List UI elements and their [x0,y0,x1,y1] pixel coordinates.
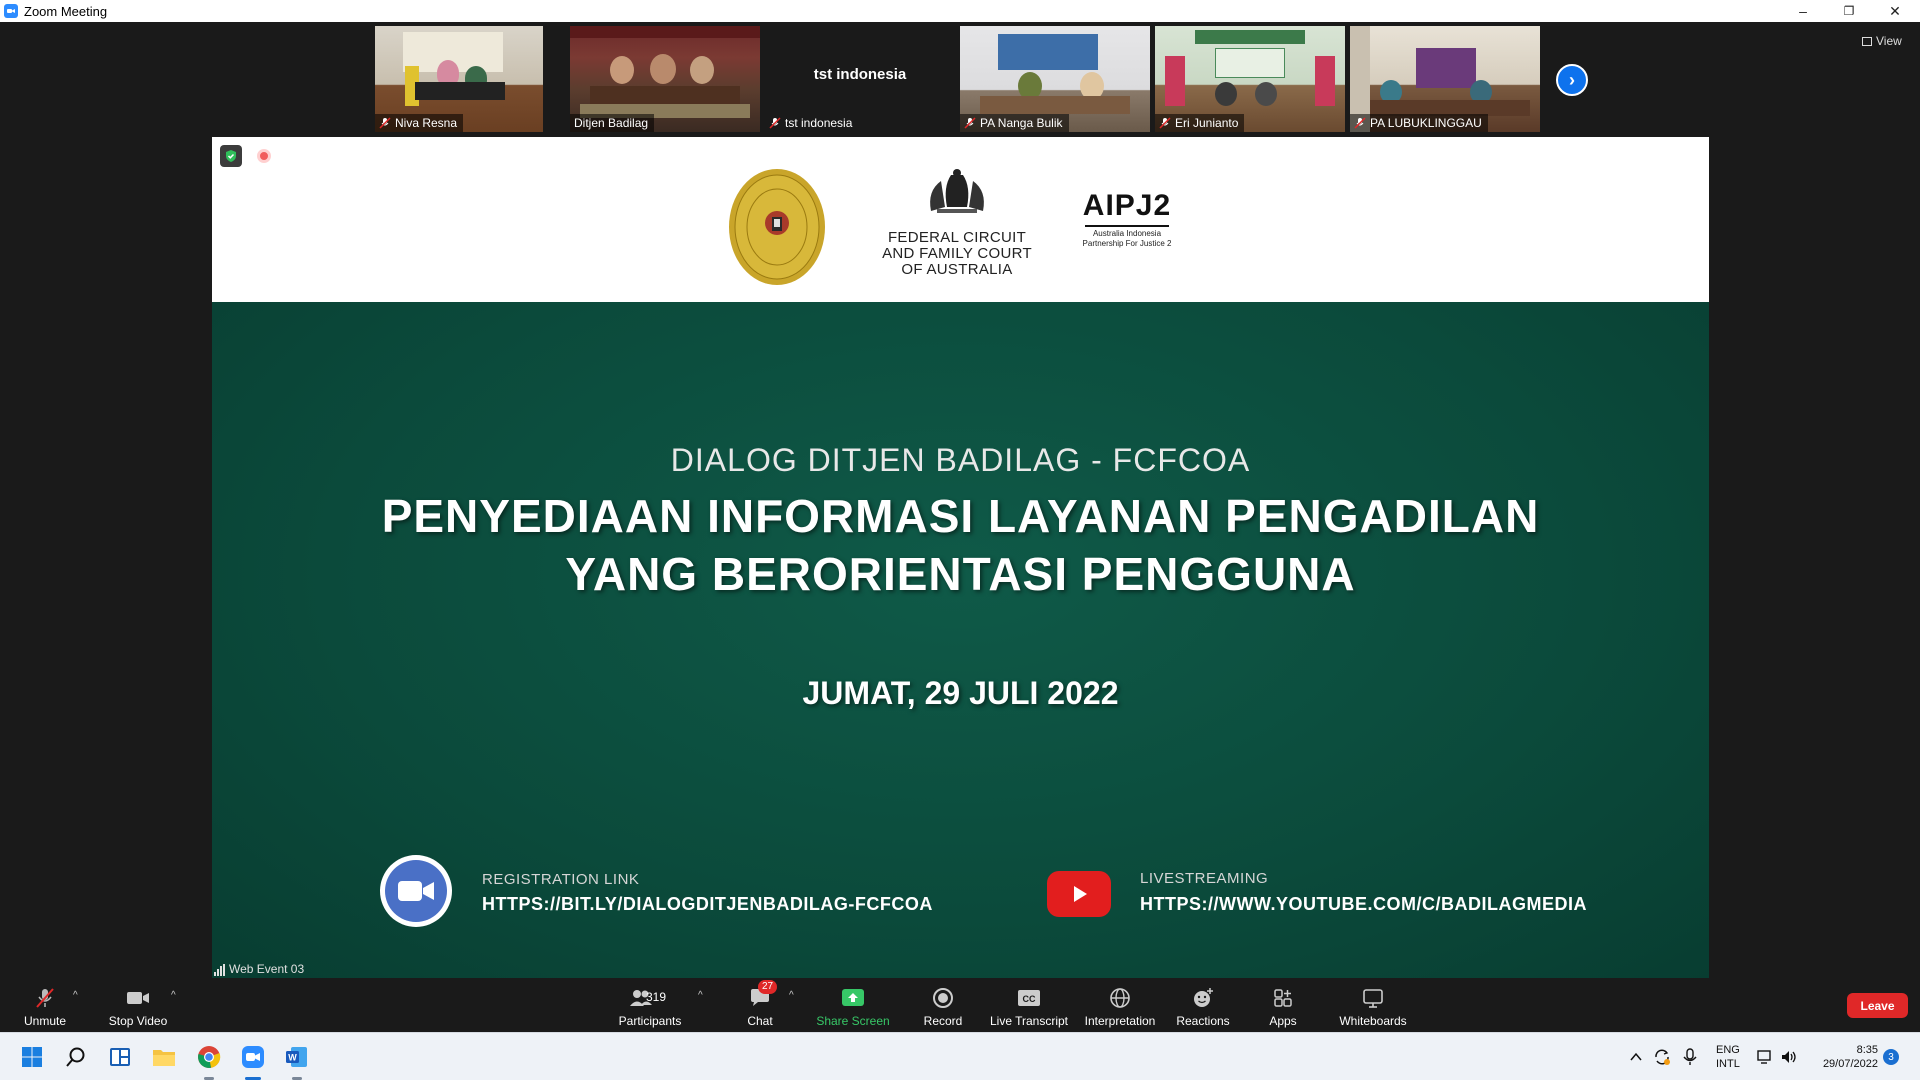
australian-coat-of-arms-icon [930,169,984,213]
share-screen-icon [842,989,864,1006]
slide-title: PENYEDIAAN INFORMASI LAYANAN PENGADILAN … [381,490,1540,600]
meeting-toolbar: Unmute ^ Stop Video ^ 319 Participants ^… [0,978,1920,1032]
participant-tile[interactable]: tst indonesia tst indonesia [765,26,955,132]
live-transcript-button[interactable]: CC Live Transcript [990,986,1068,1028]
participant-tile[interactable]: PA Nanga Bulik [960,26,1150,132]
chat-button[interactable]: 27 Chat [746,980,778,1028]
microphone-icon[interactable] [1680,1045,1700,1069]
restore-button[interactable]: ❐ [1826,0,1872,22]
participants-count: 319 [646,990,667,1004]
mic-muted-icon [769,117,781,129]
aipj2-logo: AIPJ2 Australia Indonesia Partnership Fo… [1082,189,1172,248]
system-clock[interactable]: 8:35 29/07/2022 [1812,1043,1878,1071]
participant-name-tag: tst indonesia [765,114,858,132]
chrome-icon[interactable] [197,1045,221,1069]
search-icon[interactable] [64,1045,88,1069]
grid-view-icon [1862,36,1872,46]
chevron-up-icon[interactable] [1627,1045,1645,1069]
mahkamah-agung-seal-icon [729,169,825,285]
participant-tile[interactable]: Ditjen Badilag [570,26,760,132]
mic-muted-icon [1354,117,1366,129]
unmute-button[interactable]: Unmute [22,986,68,1028]
participant-tile[interactable]: PA LUBUKLINGGAU [1350,26,1540,132]
slide-subtitle: DIALOG DITJEN BADILAG - FCFCOA [670,442,1251,478]
livestreaming-link: HTTPS://WWW.YOUTUBE.COM/C/BADILAGMEDIA [1140,894,1587,914]
share-screen-button[interactable]: Share Screen [816,986,890,1028]
window-titlebar: Zoom Meeting – ❐ ✕ [0,0,1920,22]
sync-icon[interactable] [1652,1045,1672,1069]
registration-label: REGISTRATION LINK [482,871,640,888]
window-title: Zoom Meeting [24,3,108,19]
task-view-icon[interactable] [108,1045,132,1069]
zoom-taskbar-icon[interactable] [241,1045,265,1069]
participant-name-tag: Eri Junianto [1155,114,1245,132]
view-button[interactable]: View [1862,34,1902,48]
participant-name-tag: Ditjen Badilag [570,114,655,132]
volume-icon[interactable] [1779,1045,1799,1069]
smiley-plus-icon [1194,988,1213,1007]
interpretation-button[interactable]: Interpretation [1083,986,1157,1028]
participants-options-caret-icon[interactable]: ^ [698,990,703,1001]
video-camera-icon [127,992,149,1004]
fcfcoa-logo: FEDERAL CIRCUIT AND FAMILY COURT OF AUST… [872,167,1042,278]
mic-muted-icon [379,117,391,129]
next-page-button[interactable]: › [1556,64,1588,96]
file-explorer-icon[interactable] [152,1045,176,1069]
signal-strength-icon [214,964,225,976]
mic-muted-icon [1159,117,1171,129]
minimize-button[interactable]: – [1780,0,1826,22]
chat-unread-badge: 27 [758,980,778,994]
word-icon[interactable]: W [285,1045,309,1069]
recording-indicator-icon [257,149,271,163]
windows-start-icon[interactable] [20,1045,44,1069]
participants-button[interactable]: 319 Participants [618,986,682,1028]
whiteboard-icon [1363,989,1383,1008]
mic-muted-icon [36,988,54,1008]
participant-name-tag: Niva Resna [375,114,464,132]
windows-taskbar: W ENG INTL 8:35 29/07/2022 3 [0,1032,1920,1080]
svg-text:W: W [288,1053,297,1063]
record-icon [933,988,953,1008]
record-button[interactable]: Record [923,986,963,1028]
connection-status[interactable]: Web Event 03 [214,962,304,976]
leave-button[interactable]: Leave [1847,993,1908,1018]
apps-icon [1274,989,1292,1007]
participant-tile[interactable]: Eri Junianto [1155,26,1345,132]
notification-count-badge[interactable]: 3 [1883,1049,1899,1065]
participant-name-tag: PA LUBUKLINGGAU [1350,114,1488,132]
youtube-icon [1047,871,1111,917]
audio-options-caret-icon[interactable]: ^ [73,990,78,1001]
slide-date: JUMAT, 29 JULI 2022 [802,675,1119,711]
meeting-area: Niva Resna Ditjen Badilag tst indonesia … [0,22,1920,979]
zoom-app-icon [4,4,18,18]
globe-icon [1110,988,1130,1008]
apps-button[interactable]: Apps [1269,986,1297,1028]
network-icon[interactable] [1755,1045,1775,1069]
svg-text:CC: CC [1023,994,1036,1004]
language-indicator[interactable]: ENG INTL [1716,1043,1740,1071]
video-options-caret-icon[interactable]: ^ [171,990,176,1001]
participant-tile[interactable]: Niva Resna [375,26,543,132]
closed-caption-icon: CC [1018,990,1040,1006]
stop-video-button[interactable]: Stop Video [108,986,168,1028]
whiteboards-button[interactable]: Whiteboards [1338,986,1408,1028]
zoom-camera-icon [380,855,452,927]
security-shield-icon[interactable] [220,145,242,167]
participant-name-tag: PA Nanga Bulik [960,114,1069,132]
participant-display-name: tst indonesia [813,66,907,83]
slide-header: FEDERAL CIRCUIT AND FAMILY COURT OF AUST… [212,137,1709,302]
close-button[interactable]: ✕ [1872,0,1918,22]
registration-link: HTTPS://BIT.LY/DIALOGDITJENBADILAG-FCFCO… [482,894,933,914]
mic-muted-icon [964,117,976,129]
chat-options-caret-icon[interactable]: ^ [789,990,794,1001]
livestreaming-label: LIVESTREAMING [1140,870,1269,887]
reactions-button[interactable]: Reactions [1176,986,1230,1028]
chevron-right-icon: › [1569,69,1575,90]
shared-screen: FEDERAL CIRCUIT AND FAMILY COURT OF AUST… [212,137,1709,979]
